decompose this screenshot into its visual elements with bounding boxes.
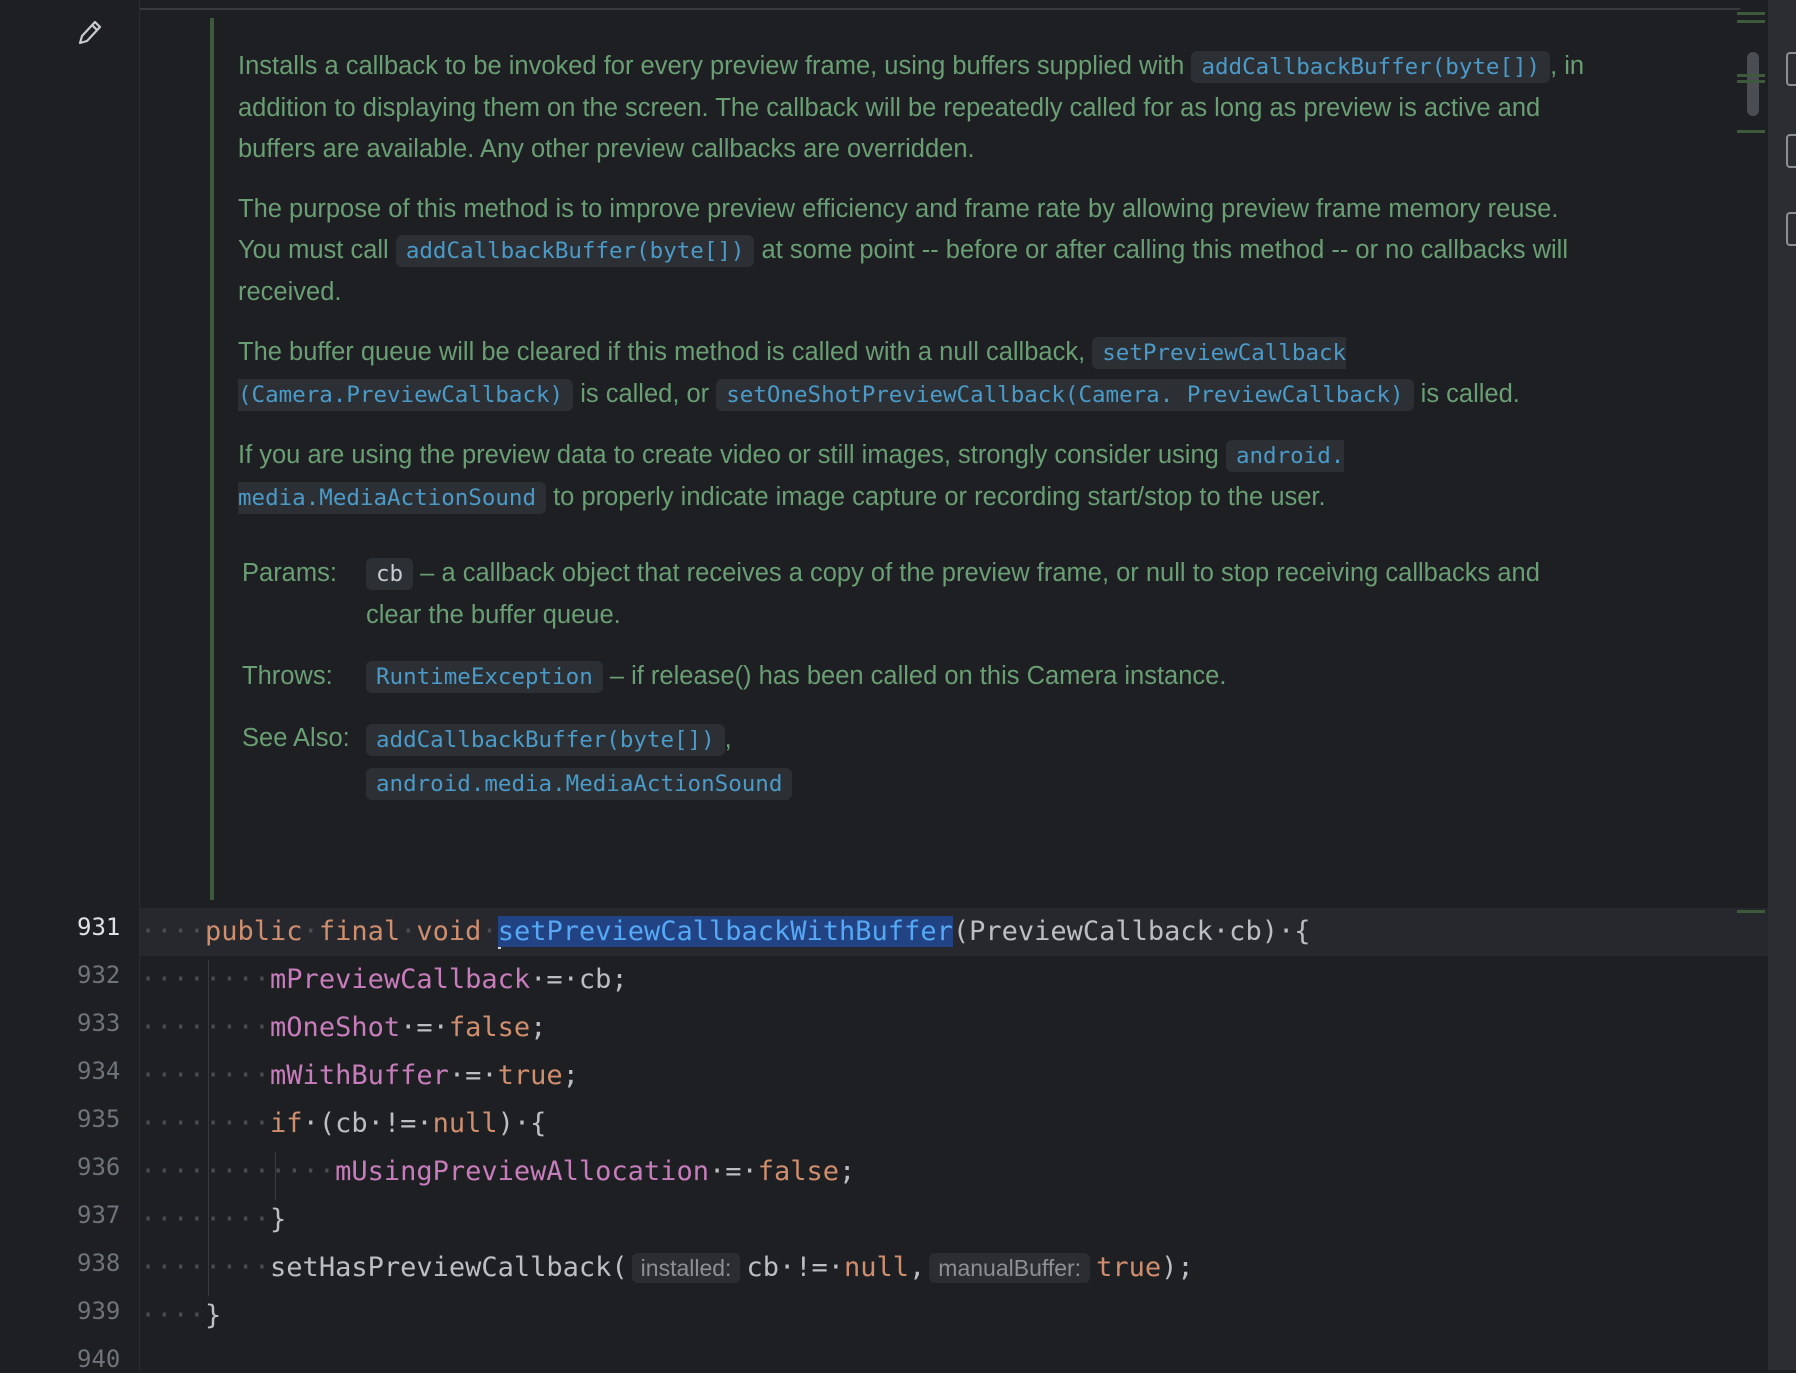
parameter-hint: installed: [631,1253,741,1283]
code-line[interactable]: ············mUsingPreviewAllocation·=·fa… [140,1148,1768,1196]
line-number[interactable]: 935 [77,1105,139,1133]
doc-paragraph: The buffer queue will be cleared if this… [238,332,1598,416]
code-line[interactable]: ········mWithBuffer·=·true; [140,1052,1768,1100]
code-line[interactable]: ····public·final·void·setPreviewCallback… [140,908,1768,956]
line-number[interactable]: 933 [77,1009,139,1037]
editor-gutter: 931 932 933 934 935 936 937 938 939 940 [0,0,140,1373]
throws-row: Throws: RuntimeException – if release() … [238,656,1598,698]
parameter-hint: manualBuffer: [929,1253,1091,1283]
error-stripe-mark[interactable] [1737,12,1765,15]
code-editor[interactable]: Installs a callback to be invoked for ev… [140,0,1768,1370]
doc-paragraph: Installs a callback to be invoked for ev… [238,51,1585,163]
throws-label: Throws: [242,662,333,690]
tool-window-icon[interactable] [1786,212,1796,246]
tool-window-strip [1768,0,1796,1370]
vertical-scrollbar[interactable] [1740,0,1768,1370]
doc-link[interactable]: setOneShotPreviewCallback(Camera. Previe… [716,379,1414,411]
error-stripe-mark[interactable] [1737,20,1765,23]
code-line[interactable]: ········setHasPreviewCallback(installed:… [140,1244,1768,1292]
line-number[interactable]: 936 [77,1153,139,1181]
error-stripe-mark[interactable] [1737,80,1765,83]
method-name[interactable]: setPreviewCallbackWithBuffer [497,916,953,947]
divider [140,8,1740,10]
code-line[interactable]: ········if·(cb·!=·null)·{ [140,1100,1768,1148]
line-number[interactable]: 934 [77,1057,139,1085]
line-number[interactable]: 940 [77,1345,139,1373]
doc-paragraph: If you are using the preview data to cre… [238,435,1598,519]
line-number[interactable]: 939 [77,1297,139,1325]
see-also-link[interactable]: addCallbackBuffer(byte[]) [366,724,725,756]
doc-link[interactable]: addCallbackBuffer(byte[]) [1191,51,1551,83]
tool-window-icon[interactable] [1786,52,1796,86]
scrollbar-thumb[interactable] [1747,52,1759,116]
line-number[interactable]: 937 [77,1201,139,1229]
code-line[interactable]: ········mPreviewCallback·=·cb; [140,956,1768,1004]
see-also-row: See Also: addCallbackBuffer(byte[]), andr… [238,718,1598,806]
params-row: Params: cb – a callback object that rece… [238,553,1598,636]
error-stripe-mark[interactable] [1737,130,1765,133]
line-number[interactable]: 938 [77,1249,139,1277]
pencil-icon[interactable] [74,16,104,50]
line-number[interactable]: 931 [77,913,139,941]
param-name: cb [366,558,414,590]
error-stripe-mark[interactable] [1737,74,1765,77]
doc-link[interactable]: addCallbackBuffer(byte[]) [395,235,755,267]
code-line[interactable]: ····} [140,1292,1768,1340]
code-line[interactable]: ········} [140,1196,1768,1244]
params-label: Params: [242,559,337,587]
exception-link[interactable]: RuntimeException [366,661,603,693]
rendered-javadoc: Installs a callback to be invoked for ev… [238,46,1598,826]
see-also-link[interactable]: android.media.MediaActionSound [366,768,793,800]
doc-paragraph: The purpose of this method is to improve… [238,195,1568,306]
error-stripe-mark[interactable] [1737,910,1765,913]
doc-comment-bar [210,18,214,900]
tool-window-icon[interactable] [1786,134,1796,168]
see-also-label: See Also: [242,724,350,752]
line-number[interactable]: 932 [77,961,139,989]
doc-tags: Params: cb – a callback object that rece… [238,553,1598,806]
code-line[interactable]: ········mOneShot·=·false; [140,1004,1768,1052]
